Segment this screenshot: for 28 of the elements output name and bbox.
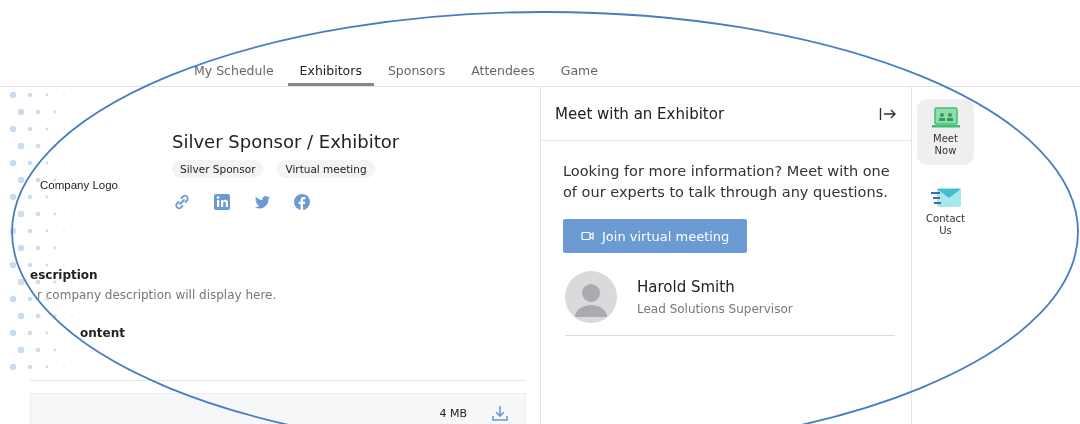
linkedin-icon[interactable] [212, 192, 232, 212]
section-heading: ontent [80, 326, 126, 340]
exhibitor-title: Silver Sponsor / Exhibitor [172, 131, 400, 152]
section-heading: escription [30, 268, 99, 282]
contact-role: Lead Solutions Supervisor [637, 302, 793, 316]
panel-title: Meet with an Exhibitor [555, 104, 725, 123]
collapse-icon[interactable] [879, 106, 897, 121]
tag-chip: Virtual meeting [277, 160, 375, 178]
nav-tab[interactable]: My Schedule [182, 48, 286, 86]
facebook-icon[interactable] [292, 192, 312, 212]
nav-tab[interactable]: Game [548, 48, 610, 86]
envelope-icon [929, 187, 962, 209]
avatar-silhouette [565, 271, 617, 323]
contact-rail-button[interactable]: Contact Us [917, 179, 974, 245]
video-camera-icon [581, 231, 594, 241]
contact-name: Harold Smith [637, 278, 736, 296]
company-logo-label: Company Logo [40, 179, 118, 191]
link-icon[interactable] [172, 192, 192, 212]
meet-rail-button[interactable]: Meet Now [917, 99, 974, 165]
nav-tab[interactable]: Exhibitors [287, 48, 374, 86]
laptop-icon [930, 107, 961, 129]
nav-tab[interactable]: Sponsors [375, 48, 458, 86]
description-text: r company description will display here. [37, 288, 278, 302]
intro-text: Looking for more information? Meet with one of our experts to talk through any questions. [563, 162, 891, 202]
tag-chip: Silver Sponsor [172, 160, 264, 178]
download-icon[interactable] [491, 404, 509, 422]
nav-tab[interactable]: Attendees [459, 48, 547, 86]
file-size: 4 MB [439, 406, 467, 420]
